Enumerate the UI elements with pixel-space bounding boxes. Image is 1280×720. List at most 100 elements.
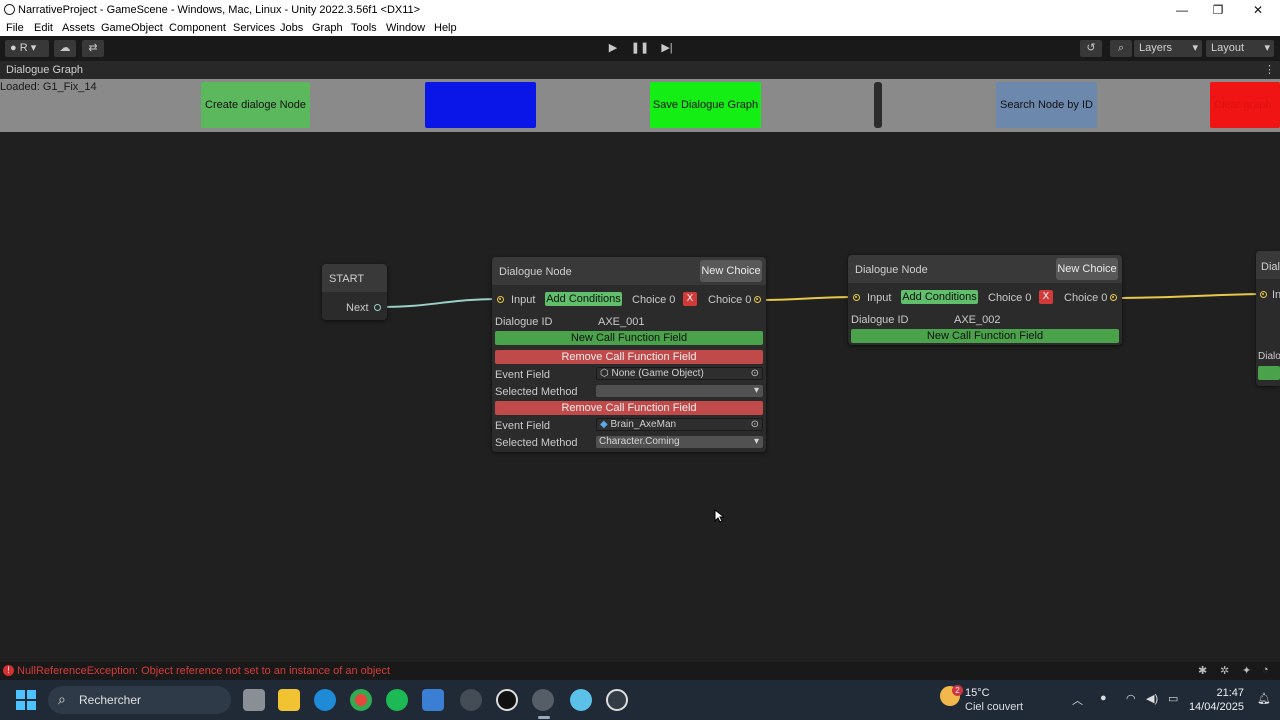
node1-remove-call-function-button-2[interactable]: Remove Call Function Field [495, 401, 763, 415]
node1-event-field-1[interactable]: ⬡ None (Game Object) ⊙ [596, 367, 763, 380]
node1-remove-choice-button[interactable]: X [683, 292, 697, 306]
spotify-icon[interactable] [386, 689, 408, 711]
taskbar-date[interactable]: 14/04/2025 [1186, 701, 1244, 713]
unity-editor-icon[interactable] [532, 689, 554, 711]
menu-gameobject[interactable]: GameObject [101, 22, 163, 34]
node3-new-call-function-button[interactable] [1258, 366, 1280, 380]
collab-icon[interactable]: ⇄ [82, 40, 104, 57]
load-dialogue-graph-button[interactable]: Load Dialogue Graph [425, 82, 536, 128]
dialogue-node-1[interactable]: Dialogue Node New Choice Input Add Condi… [492, 257, 766, 452]
weather-description[interactable]: Ciel couvert [965, 701, 1023, 713]
start-next-port[interactable] [374, 304, 381, 311]
node2-choice-field[interactable]: Choice 0 [988, 292, 1031, 304]
menu-tools[interactable]: Tools [351, 22, 377, 34]
clock-app-icon[interactable] [606, 689, 628, 711]
profiler-icon[interactable]: ✦ [1242, 664, 1251, 677]
node3-header[interactable]: Dial [1256, 251, 1280, 279]
app-icon[interactable] [570, 689, 592, 711]
pause-icon[interactable]: ❚❚ [629, 40, 651, 57]
node1-selected-method-dropdown-2[interactable]: Character.Coming ▾ [596, 436, 763, 448]
close-window-button[interactable]: ✕ [1240, 0, 1276, 20]
taskbar-time[interactable]: 21:47 [1192, 687, 1244, 699]
node2-add-conditions-button[interactable]: Add Conditions [901, 290, 978, 304]
store-icon[interactable] [422, 689, 444, 711]
console-error-message[interactable]: NullReferenceException: Object reference… [17, 665, 390, 677]
start-node-header[interactable]: START [322, 264, 387, 292]
node2-choice-output-port[interactable] [1110, 294, 1117, 301]
step-icon[interactable]: ▶| [656, 40, 678, 57]
file-explorer-icon[interactable] [278, 689, 300, 711]
unity-hub-icon[interactable] [460, 689, 482, 711]
save-dialogue-graph-button[interactable]: Save Dialogue Graph [650, 82, 761, 128]
node2-header[interactable]: Dialogue Node New Choice [848, 255, 1122, 283]
menu-edit[interactable]: Edit [34, 22, 53, 34]
object-picker-icon[interactable]: ⊙ [751, 419, 759, 430]
create-dialogue-node-button[interactable]: Create dialoge Node [201, 82, 310, 128]
unity-logo-icon [4, 4, 15, 15]
battery-icon[interactable]: ▭ [1168, 692, 1178, 705]
security-icon[interactable]: ● [1100, 692, 1107, 704]
taskbar-search-box[interactable]: ⌕ Rechercher [48, 686, 231, 714]
node1-add-conditions-button[interactable]: Add Conditions [545, 292, 622, 306]
history-icon[interactable]: ↺ [1080, 40, 1102, 57]
menu-help[interactable]: Help [434, 22, 457, 34]
menu-window[interactable]: Window [386, 22, 425, 34]
node2-input-port[interactable] [853, 294, 860, 301]
task-view-icon[interactable] [243, 689, 265, 711]
node1-remove-call-function-button-1[interactable]: Remove Call Function Field [495, 350, 763, 364]
notifications-icon[interactable]: ◔ [1262, 664, 1269, 676]
node3-input-port[interactable] [1260, 291, 1267, 298]
node1-title: Dialogue Node [499, 266, 572, 278]
menu-graph[interactable]: Graph [312, 22, 343, 34]
node1-event-field-2[interactable]: ◆ Brain_AxeMan ⊙ [596, 418, 763, 431]
unreal-icon[interactable] [496, 689, 518, 711]
menu-assets[interactable]: Assets [62, 22, 95, 34]
chrome-icon[interactable] [350, 689, 372, 711]
node2-new-call-function-button[interactable]: New Call Function Field [851, 329, 1119, 343]
minimize-button[interactable]: — [1164, 0, 1200, 20]
search-node-by-id-button[interactable]: Search Node by ID [996, 82, 1097, 128]
start-node[interactable]: START Next [322, 264, 387, 320]
clear-graph-button[interactable]: Clear graph [1210, 82, 1280, 128]
window-title-bar: NarrativeProject - GameScene - Windows, … [0, 0, 1280, 20]
search-icon[interactable]: ⌕ [1110, 40, 1132, 57]
layers-dropdown[interactable]: Layers ▾ [1134, 40, 1202, 57]
object-picker-icon[interactable]: ⊙ [751, 368, 759, 379]
node2-dialogue-id-field[interactable]: AXE_002 [954, 314, 1000, 326]
menu-jobs[interactable]: Jobs [280, 22, 303, 34]
node2-remove-choice-button[interactable]: X [1039, 290, 1053, 304]
layout-label: Layout [1211, 42, 1245, 54]
node1-dialogue-id-field[interactable]: AXE_001 [598, 316, 644, 328]
account-dropdown[interactable]: ● R ▾ [5, 40, 49, 57]
more-options-icon[interactable]: ⋮ [1264, 63, 1275, 76]
layout-dropdown[interactable]: Layout ▾ [1206, 40, 1274, 57]
menu-component[interactable]: Component [169, 22, 226, 34]
diagnostics-icon[interactable]: ✱ [1198, 664, 1207, 677]
node1-input-port[interactable] [497, 296, 504, 303]
node1-new-call-function-button[interactable]: New Call Function Field [495, 331, 763, 345]
debug-icon[interactable]: ✲ [1220, 664, 1229, 677]
node1-selected-method-dropdown-1[interactable]: ▾ [596, 385, 763, 397]
chevron-up-icon[interactable]: ︿ [1072, 692, 1083, 708]
node1-choice-output-port[interactable] [754, 296, 761, 303]
edge-icon[interactable] [314, 689, 336, 711]
window-tab-title[interactable]: Dialogue Graph [6, 64, 83, 76]
volume-icon[interactable]: ◀) [1146, 692, 1158, 705]
cloud-icon[interactable]: ☁ [54, 40, 76, 57]
node2-new-choice-button[interactable]: New Choice [1056, 258, 1118, 280]
dialogue-node-3[interactable]: Dial In Dialo [1256, 251, 1280, 386]
maximize-button[interactable]: ❐ [1200, 0, 1236, 20]
node1-new-choice-button[interactable]: New Choice [700, 260, 762, 282]
menu-services[interactable]: Services [233, 22, 275, 34]
wifi-icon[interactable]: ◠ [1126, 692, 1136, 705]
node1-header[interactable]: Dialogue Node New Choice [492, 257, 766, 285]
search-id-input[interactable] [874, 82, 882, 128]
graph-canvas[interactable]: START Next Dialogue Node New Choice Inpu… [0, 132, 1280, 662]
windows-start-icon[interactable] [16, 690, 36, 710]
notification-bell-icon[interactable]: 🔔︎ [1257, 692, 1271, 705]
dialogue-node-2[interactable]: Dialogue Node New Choice Input Add Condi… [848, 255, 1122, 345]
play-icon[interactable]: ▶ [602, 40, 624, 57]
weather-temperature[interactable]: 15°C [965, 687, 990, 699]
node1-choice-field[interactable]: Choice 0 [632, 294, 675, 306]
menu-file[interactable]: File [6, 22, 24, 34]
